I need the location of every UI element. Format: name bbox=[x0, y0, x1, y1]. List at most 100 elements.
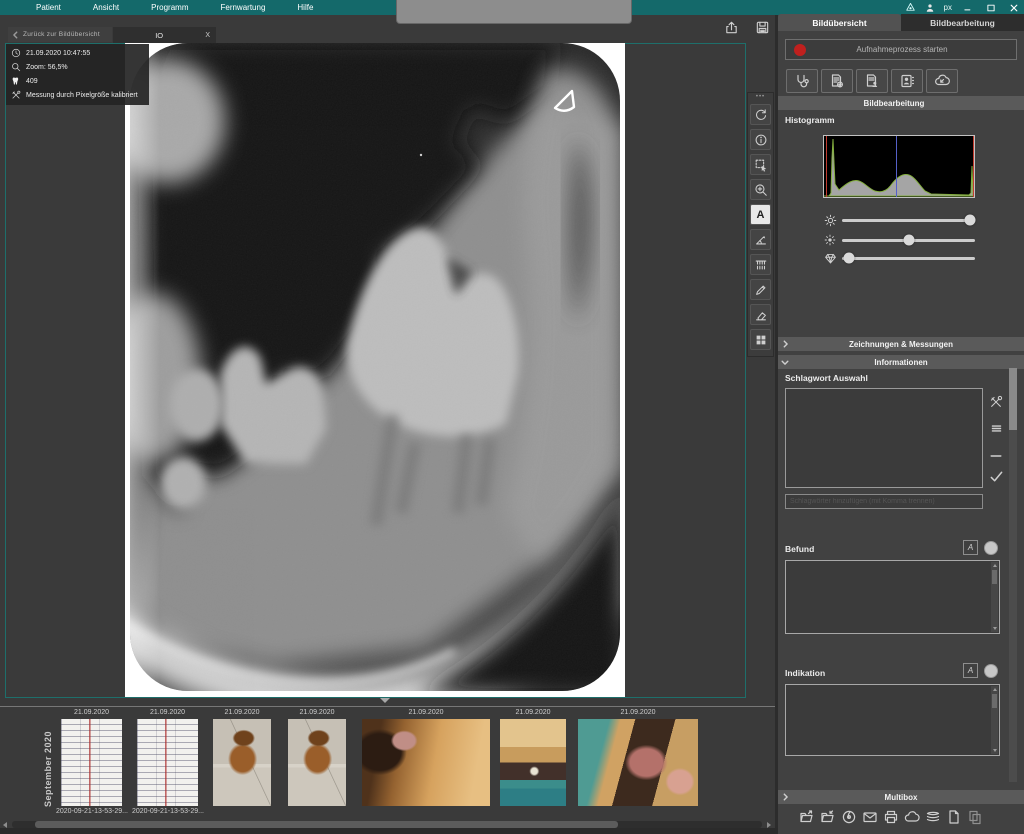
keyword-list-button[interactable] bbox=[987, 419, 1005, 437]
address-book-button[interactable] bbox=[891, 69, 923, 93]
cloud-sync-icon bbox=[934, 73, 950, 89]
histogram-white-point-line[interactable] bbox=[973, 136, 974, 197]
section-informationen[interactable]: Informationen bbox=[778, 355, 1024, 369]
right-panel: Bildübersicht Bildbearbeitung Aufnahmepr… bbox=[778, 15, 1024, 834]
panel-scrollbar[interactable] bbox=[1009, 368, 1017, 782]
tools-icon bbox=[11, 90, 21, 100]
image-tab-io[interactable]: IO X bbox=[113, 27, 216, 43]
brightness-slider-handle[interactable] bbox=[964, 215, 975, 226]
back-to-overview-button[interactable]: Zurück zur Bildübersicht bbox=[8, 27, 112, 42]
layout-grid-tool-button[interactable] bbox=[750, 329, 771, 350]
layers-stack-icon bbox=[925, 809, 941, 825]
filmstrip-group-label: September 2020 bbox=[40, 721, 56, 817]
menu-hilfe[interactable]: Hilfe bbox=[281, 3, 329, 12]
info-datetime-row: 21.09.2020 10:47:55 bbox=[11, 48, 144, 58]
tab-close-button[interactable]: X bbox=[205, 32, 216, 39]
minimize-button[interactable] bbox=[961, 1, 975, 14]
tools-icon bbox=[989, 395, 1003, 409]
toolbar-drag-handle[interactable]: ••• bbox=[756, 95, 765, 100]
magnifier-icon bbox=[11, 62, 21, 72]
multibox-email-button[interactable] bbox=[861, 808, 878, 825]
befund-color-button[interactable] bbox=[984, 541, 998, 555]
measure-tool-button[interactable] bbox=[750, 254, 771, 275]
tab-bilduebersicht[interactable]: Bildübersicht bbox=[778, 14, 901, 31]
stethoscope-button[interactable] bbox=[786, 69, 818, 93]
menu-patient[interactable]: Patient bbox=[20, 3, 77, 12]
indikation-color-button[interactable] bbox=[984, 664, 998, 678]
keyword-input[interactable] bbox=[785, 494, 983, 509]
menu-fernwartung[interactable]: Fernwartung bbox=[204, 3, 281, 12]
gamma-slider-handle[interactable] bbox=[843, 253, 854, 264]
befund-scrollbar[interactable] bbox=[991, 562, 998, 632]
close-button[interactable] bbox=[1007, 1, 1021, 14]
user-icon[interactable] bbox=[925, 3, 935, 13]
keyword-edit-button[interactable] bbox=[987, 393, 1005, 411]
keyword-confirm-button[interactable] bbox=[987, 467, 1005, 485]
keyword-remove-button[interactable] bbox=[987, 447, 1005, 465]
multibox-export-folder-button[interactable] bbox=[798, 808, 815, 825]
save-button[interactable] bbox=[753, 18, 771, 36]
thumbnail-document-1[interactable] bbox=[61, 719, 122, 806]
indikation-font-button[interactable]: A bbox=[963, 663, 978, 678]
gamma-slider[interactable] bbox=[842, 257, 975, 260]
tab-bildbearbeitung[interactable]: Bildbearbeitung bbox=[901, 14, 1024, 31]
filmstrip-collapse-arrow[interactable] bbox=[380, 698, 390, 703]
xray-image[interactable] bbox=[125, 43, 625, 697]
multibox-cloud-button[interactable] bbox=[903, 808, 920, 825]
maximize-button[interactable] bbox=[984, 1, 998, 14]
cd-disc-icon bbox=[841, 809, 857, 825]
thumbnail-photo-7[interactable] bbox=[578, 719, 698, 806]
thumbnail-photo-3[interactable] bbox=[213, 719, 271, 806]
histogram-mid-point-line[interactable] bbox=[896, 136, 897, 197]
multibox-import-folder-button[interactable] bbox=[819, 808, 836, 825]
menu-ansicht[interactable]: Ansicht bbox=[77, 3, 135, 12]
viewer-toolbar: ••• A bbox=[747, 92, 774, 357]
report-person-button[interactable] bbox=[856, 69, 888, 93]
chevron-right-icon bbox=[778, 793, 792, 801]
thumbnail-photo-4[interactable] bbox=[288, 719, 346, 806]
contrast-slider-handle[interactable] bbox=[903, 235, 914, 246]
cloud-sync-button[interactable] bbox=[926, 69, 958, 93]
histogram-label: Histogramm bbox=[785, 115, 835, 125]
pencil-tool-button[interactable] bbox=[750, 279, 771, 300]
histogram-black-point-line[interactable] bbox=[826, 136, 827, 197]
menu-items: Patient Ansicht Programm Fernwartung Hil… bbox=[0, 3, 329, 12]
indikation-scrollbar[interactable] bbox=[991, 686, 998, 754]
ruler-caliper-icon bbox=[754, 258, 768, 272]
menu-programm[interactable]: Programm bbox=[135, 3, 204, 12]
histogram-chart[interactable] bbox=[823, 135, 975, 198]
stethoscope-icon bbox=[794, 73, 810, 89]
eraser-tool-button[interactable] bbox=[750, 304, 771, 325]
angle-tool-button[interactable] bbox=[750, 229, 771, 250]
zoom-tool-button[interactable] bbox=[750, 179, 771, 200]
section-bildbearbeitung[interactable]: Bildbearbeitung bbox=[778, 96, 1024, 110]
thumbnail-photo-6[interactable] bbox=[500, 719, 566, 806]
select-region-tool-button[interactable] bbox=[750, 154, 771, 175]
multibox-layers-button[interactable] bbox=[924, 808, 941, 825]
multibox-print-button[interactable] bbox=[882, 808, 899, 825]
filmstrip-scrollbar-thumb[interactable] bbox=[35, 821, 618, 828]
contrast-slider[interactable] bbox=[842, 239, 975, 242]
thumbnail-photo-5[interactable] bbox=[362, 719, 490, 806]
multibox-disc-button[interactable] bbox=[840, 808, 857, 825]
section-zeichnungen[interactable]: Zeichnungen & Messungen bbox=[778, 337, 1024, 351]
befund-textarea[interactable] bbox=[785, 560, 1000, 634]
export-button[interactable] bbox=[722, 18, 740, 36]
thumbnail-document-2[interactable] bbox=[137, 719, 198, 806]
rotate-tool-button[interactable] bbox=[750, 104, 771, 125]
application-window: Patient Ansicht Programm Fernwartung Hil… bbox=[0, 0, 1024, 834]
multibox-copy-button[interactable] bbox=[966, 808, 983, 825]
document-icon bbox=[946, 809, 962, 825]
befund-font-button[interactable]: A bbox=[963, 540, 978, 555]
app-logo-icon bbox=[905, 2, 916, 13]
section-multibox[interactable]: Multibox bbox=[778, 790, 1024, 804]
brightness-slider[interactable] bbox=[842, 219, 975, 222]
keyword-list-box[interactable] bbox=[785, 388, 983, 488]
indikation-textarea[interactable] bbox=[785, 684, 1000, 756]
start-capture-button[interactable]: Aufnahmeprozess starten bbox=[785, 39, 1017, 60]
info-tool-button[interactable] bbox=[750, 129, 771, 150]
report-add-button[interactable] bbox=[821, 69, 853, 93]
multibox-document-button[interactable] bbox=[945, 808, 962, 825]
text-tool-button[interactable]: A bbox=[750, 204, 771, 225]
check-icon bbox=[989, 469, 1004, 484]
